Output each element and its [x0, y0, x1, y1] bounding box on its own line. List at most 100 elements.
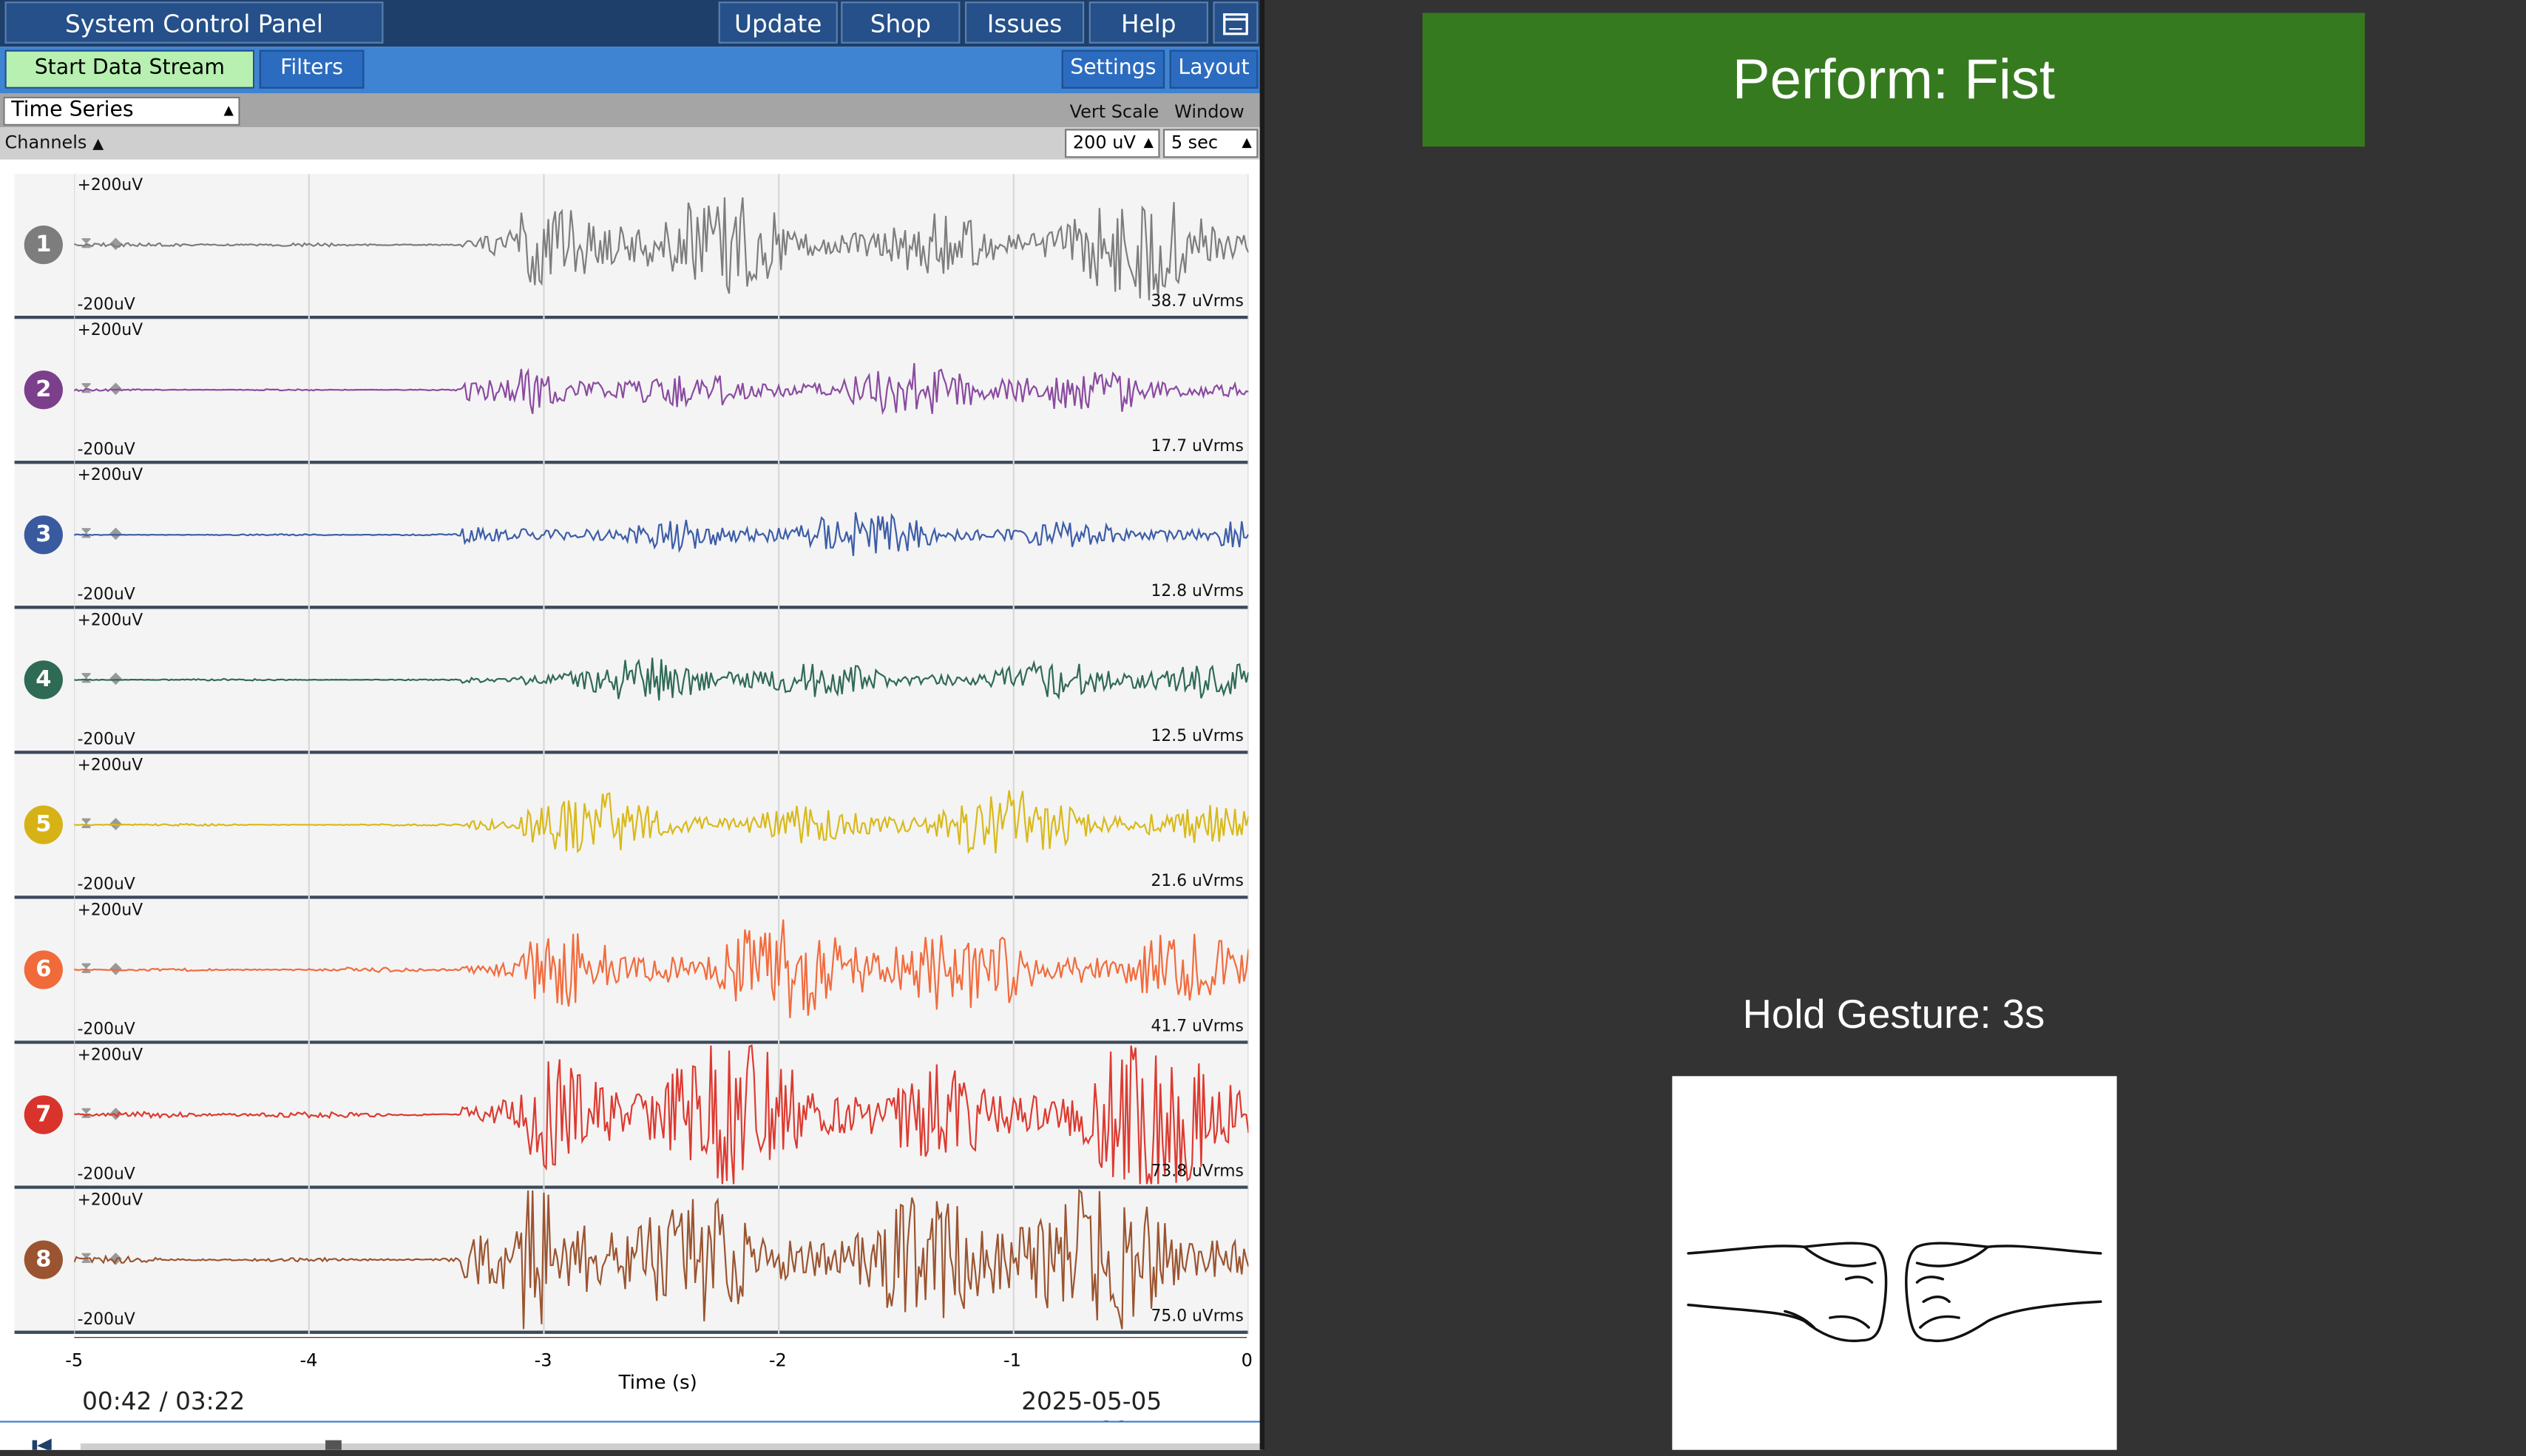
channel-row-6: 6 ⧗ ◆ +200uV -200uV 41.7 uVrms: [14, 898, 1249, 1044]
scale-max-label: +200uV: [77, 177, 143, 195]
channel-toggle-button[interactable]: 6: [24, 950, 63, 989]
vert-scale-label: Vert Scale: [1069, 101, 1159, 123]
rms-value: 21.6 uVrms: [1151, 873, 1244, 891]
time-series-plot: 1 ⧗ ◆ +200uV -200uV 38.7 uVrms 2 ⧗ ◆ +200uV -200uV…: [14, 174, 1249, 1334]
widget-type-dropdown[interactable]: Time Series ▲: [3, 96, 240, 126]
layout-button[interactable]: Layout: [1169, 50, 1259, 89]
window-label: Window: [1174, 101, 1245, 123]
fist-bump-icon: [1687, 1242, 2102, 1343]
rms-value: 41.7 uVrms: [1151, 1017, 1244, 1036]
emg-trace: [74, 1188, 1249, 1330]
scale-min-label: -200uV: [77, 441, 135, 459]
x-tick-label: -4: [299, 1350, 318, 1371]
x-axis: -5 -4 -3 -2 -1 0: [65, 1337, 1253, 1371]
x-tick-label: -1: [1003, 1350, 1021, 1371]
scale-max-label: +200uV: [77, 1047, 143, 1066]
top-menu-bar: System Control Panel Update Shop Issues …: [0, 0, 1263, 47]
channels-toggle[interactable]: Channels ▲: [5, 132, 104, 153]
shop-button[interactable]: Shop: [841, 1, 961, 44]
emg-trace: [74, 919, 1249, 1018]
channel-toggle-button[interactable]: 2: [24, 370, 63, 410]
channel-trace-plot: [74, 1043, 1249, 1189]
channel-trace-plot: [74, 1188, 1249, 1334]
scale-max-label: +200uV: [77, 467, 143, 485]
rms-value: 38.7 uVrms: [1151, 293, 1244, 311]
scale-min-label: -200uV: [77, 876, 135, 895]
skip-back-icon[interactable]: [32, 1438, 68, 1450]
channel-toggle-button[interactable]: 1: [24, 225, 63, 265]
channel-toggle-button[interactable]: 7: [24, 1095, 63, 1134]
x-axis-label: Time (s): [618, 1370, 697, 1394]
gesture-panel: Perform: Fist Hold Gesture: 3s: [1264, 0, 2526, 1450]
update-button[interactable]: Update: [718, 1, 838, 44]
channel-row-1: 1 ⧗ ◆ +200uV -200uV 38.7 uVrms: [14, 174, 1249, 319]
scale-max-label: +200uV: [77, 756, 143, 775]
channel-trace-plot: [74, 464, 1249, 609]
dropdown-arrow-icon: ▲: [1242, 135, 1252, 150]
issues-button[interactable]: Issues: [964, 1, 1085, 44]
channel-row-3: 3 ⧗ ◆ +200uV -200uV 12.8 uVrms: [14, 464, 1249, 609]
channel-trace-plot: [74, 609, 1249, 754]
channels-label: Channels: [4, 132, 87, 153]
rms-value: 73.8 uVrms: [1151, 1162, 1244, 1181]
scrubber-track[interactable]: [80, 1443, 1263, 1450]
vert-scale-dropdown[interactable]: 200 uV ▲: [1065, 129, 1160, 158]
playback-position: 00:42 / 03:22: [82, 1386, 246, 1416]
dropdown-arrow-icon: ▲: [223, 103, 234, 118]
window-icon[interactable]: [1213, 1, 1259, 44]
filters-button[interactable]: Filters: [259, 50, 365, 89]
emg-trace: [74, 1044, 1249, 1185]
emg-trace: [74, 790, 1249, 855]
widget-type-value: Time Series: [11, 98, 134, 123]
x-tick-label: 0: [1241, 1350, 1253, 1371]
rms-value: 12.8 uVrms: [1151, 583, 1244, 601]
x-tick-label: -2: [768, 1350, 787, 1371]
channel-row-8: 8 ⧗ ◆ +200uV -200uV 75.0 uVrms: [14, 1188, 1249, 1334]
vert-scale-value: 200 uV: [1072, 132, 1136, 153]
dropdown-arrow-icon: ▲: [1143, 135, 1154, 150]
channel-trace-plot: [74, 174, 1249, 319]
help-button[interactable]: Help: [1088, 1, 1208, 44]
settings-button[interactable]: Settings: [1061, 50, 1165, 89]
x-tick-label: -3: [534, 1350, 552, 1371]
emg-trace: [74, 197, 1249, 301]
scale-max-label: +200uV: [77, 901, 143, 920]
rms-value: 12.5 uVrms: [1151, 728, 1244, 746]
emg-trace: [74, 657, 1249, 701]
channel-row-4: 4 ⧗ ◆ +200uV -200uV 12.5 uVrms: [14, 609, 1249, 754]
playback-scrubber: [0, 1421, 1263, 1450]
emg-trace: [74, 512, 1249, 556]
rms-value: 75.0 uVrms: [1151, 1307, 1244, 1326]
system-control-panel-button[interactable]: System Control Panel: [4, 1, 384, 44]
widget-header: Time Series ▲ Vert Scale Window: [0, 93, 1263, 128]
x-tick-label: -5: [65, 1350, 84, 1371]
scrubber-handle[interactable]: [325, 1440, 342, 1450]
start-data-stream-button[interactable]: Start Data Stream: [4, 50, 255, 89]
scale-min-label: -200uV: [77, 296, 135, 314]
scale-max-label: +200uV: [77, 322, 143, 340]
scale-min-label: -200uV: [77, 586, 135, 604]
gui-panel: System Control Panel Update Shop Issues …: [0, 0, 1263, 1450]
channel-toggle-button[interactable]: 8: [24, 1240, 63, 1279]
channel-row-7: 7 ⧗ ◆ +200uV -200uV 73.8 uVrms: [14, 1043, 1249, 1189]
channel-trace-plot: [74, 754, 1249, 899]
window-dropdown[interactable]: 5 sec ▲: [1162, 129, 1259, 158]
channel-row-5: 5 ⧗ ◆ +200uV -200uV 21.6 uVrms: [14, 754, 1249, 899]
hold-timer: Hold Gesture: 3s: [1742, 992, 2045, 1037]
x-axis-line: [74, 1337, 1247, 1338]
fist-gesture-image: [1672, 1076, 2117, 1450]
channel-controls-bar: Channels ▲ 200 uV ▲ 5 sec ▲: [0, 127, 1263, 160]
session-toolbar: Start Data Stream Filters Settings Layou…: [0, 47, 1263, 94]
channel-row-2: 2 ⧗ ◆ +200uV -200uV 17.7 uVrms: [14, 319, 1249, 464]
gesture-prompt: Perform: Fist: [1422, 13, 2366, 147]
scale-min-label: -200uV: [77, 731, 135, 750]
channel-trace-plot: [74, 319, 1249, 464]
channel-trace-plot: [74, 898, 1249, 1044]
channel-toggle-button[interactable]: 3: [24, 515, 63, 555]
scale-max-label: +200uV: [77, 1192, 143, 1210]
channel-toggle-button[interactable]: 5: [24, 805, 63, 844]
channel-toggle-button[interactable]: 4: [24, 660, 63, 700]
window-value: 5 sec: [1171, 132, 1219, 153]
scale-max-label: +200uV: [77, 612, 143, 630]
scale-min-label: -200uV: [77, 1311, 135, 1330]
